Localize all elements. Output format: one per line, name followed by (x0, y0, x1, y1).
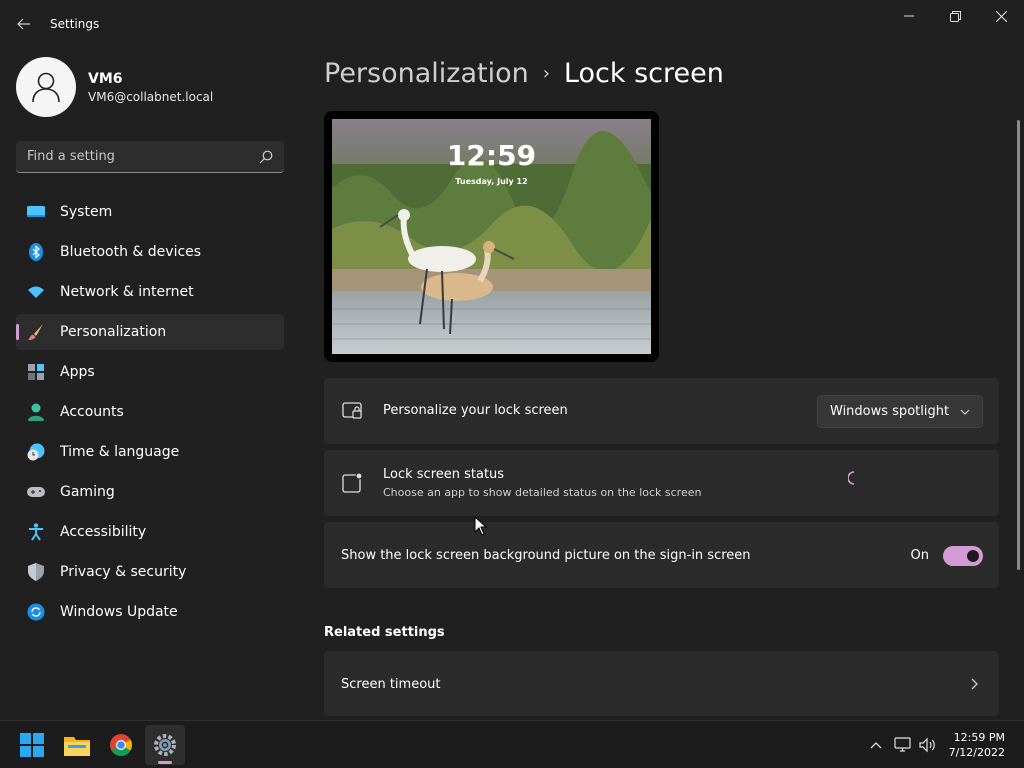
brush-icon (27, 323, 45, 341)
volume-tray-button[interactable] (918, 735, 938, 755)
taskbar-time: 12:59 PM (953, 731, 1005, 744)
network-tray-button[interactable] (893, 735, 913, 755)
lock-screen-status-card: Lock screen status Choose an app to show… (324, 450, 999, 516)
settings-icon (154, 734, 176, 756)
lock-screen-icon (342, 402, 362, 419)
screen-timeout-label: Screen timeout (341, 677, 441, 692)
accounts-icon (27, 403, 45, 421)
sidebar-item-windows-update[interactable]: Windows Update (16, 594, 284, 630)
breadcrumb: Personalization › Lock screen (324, 58, 724, 89)
user-icon (32, 72, 60, 103)
dropdown-value: Windows spotlight (830, 404, 950, 419)
lock-screen-background-image: 12:59 Tuesday, July 12 (332, 119, 651, 354)
sidebar-item-privacy[interactable]: Privacy & security (16, 554, 284, 590)
sidebar-item-gaming[interactable]: Gaming (16, 474, 284, 510)
search-icon[interactable] (259, 150, 273, 164)
sidebar-item-system[interactable]: System (16, 194, 284, 230)
breadcrumb-separator: › (542, 63, 550, 84)
search-input[interactable] (16, 141, 246, 172)
network-icon (894, 737, 911, 752)
preview-date: Tuesday, July 12 (455, 177, 528, 186)
minimize-button[interactable] (886, 0, 932, 32)
user-profile[interactable]: VM6 VM6@collabnet.local (16, 57, 213, 117)
personalize-lock-screen-label: Personalize your lock screen (383, 403, 568, 418)
personalize-lock-screen-card: Personalize your lock screen Windows spo… (324, 378, 999, 444)
toggle-knob (967, 550, 979, 562)
avatar (16, 57, 76, 117)
update-icon (27, 603, 45, 621)
minimize-icon (904, 15, 914, 17)
chevron-down-icon (960, 409, 970, 415)
sidebar-item-accessibility[interactable]: Accessibility (16, 514, 284, 550)
chevron-up-icon (870, 742, 882, 749)
sidebar-item-bluetooth[interactable]: Bluetooth & devices (16, 234, 284, 270)
volume-icon (919, 737, 935, 753)
close-icon (995, 10, 1007, 22)
restore-icon (949, 10, 961, 22)
scrollbar[interactable] (1017, 120, 1020, 570)
chrome-icon (110, 734, 132, 756)
shield-icon (27, 563, 45, 581)
page-title: Lock screen (563, 58, 724, 89)
show-hidden-icons-button[interactable] (866, 735, 886, 755)
restore-button[interactable] (932, 0, 978, 32)
signin-background-label: Show the lock screen background picture … (341, 548, 751, 563)
back-arrow-icon (17, 18, 30, 30)
title-bar: Settings (0, 0, 1024, 48)
accessibility-icon (27, 523, 45, 541)
file-explorer-button[interactable] (57, 725, 97, 765)
taskbar-date: 7/12/2022 (948, 746, 1005, 759)
lock-screen-preview: 12:59 Tuesday, July 12 (324, 111, 659, 362)
bluetooth-icon (27, 243, 45, 261)
back-button[interactable] (12, 12, 36, 36)
chrome-button[interactable] (101, 725, 141, 765)
status-icon (342, 472, 363, 493)
clock-globe-icon (27, 443, 45, 461)
system-icon (27, 203, 45, 221)
screen-timeout-link[interactable]: Screen timeout (324, 651, 999, 716)
chevron-right-icon (971, 678, 978, 690)
sidebar-item-accounts[interactable]: Accounts (16, 394, 284, 430)
sidebar-item-time-language[interactable]: Time & language (16, 434, 284, 470)
breadcrumb-parent[interactable]: Personalization (324, 58, 529, 89)
sidebar-item-personalization[interactable]: Personalization (16, 314, 284, 350)
signin-background-card: Show the lock screen background picture … (324, 522, 999, 588)
sidebar-item-apps[interactable]: Apps (16, 354, 284, 390)
gamepad-icon (27, 483, 45, 501)
search-box (16, 141, 284, 173)
profile-name: VM6 (88, 70, 123, 87)
preview-time: 12:59 (446, 139, 537, 172)
mouse-cursor-icon (474, 516, 488, 536)
start-button[interactable] (12, 725, 52, 765)
start-icon (20, 733, 44, 757)
loading-spinner-icon (848, 471, 855, 485)
lock-screen-status-description: Choose an app to show detailed status on… (383, 486, 702, 499)
taskbar: 12:59 PM 7/12/2022 (0, 720, 1024, 768)
wifi-icon (27, 283, 45, 301)
related-settings-heading: Related settings (324, 625, 445, 640)
window-title: Settings (50, 17, 100, 31)
profile-email: VM6@collabnet.local (88, 89, 214, 104)
sidebar-item-network[interactable]: Network & internet (16, 274, 284, 310)
sidebar-nav: System Bluetooth & devices Network & int… (16, 194, 284, 634)
signin-background-toggle[interactable] (943, 546, 983, 566)
toggle-state-label: On (910, 548, 929, 563)
close-button[interactable] (978, 0, 1024, 32)
lock-screen-background-dropdown[interactable]: Windows spotlight (817, 395, 983, 428)
settings-app-button[interactable] (145, 725, 185, 765)
apps-icon (27, 363, 45, 381)
taskbar-clock[interactable]: 12:59 PM 7/12/2022 (949, 730, 1005, 760)
file-explorer-icon (64, 737, 90, 756)
lock-screen-status-label: Lock screen status (383, 467, 505, 482)
